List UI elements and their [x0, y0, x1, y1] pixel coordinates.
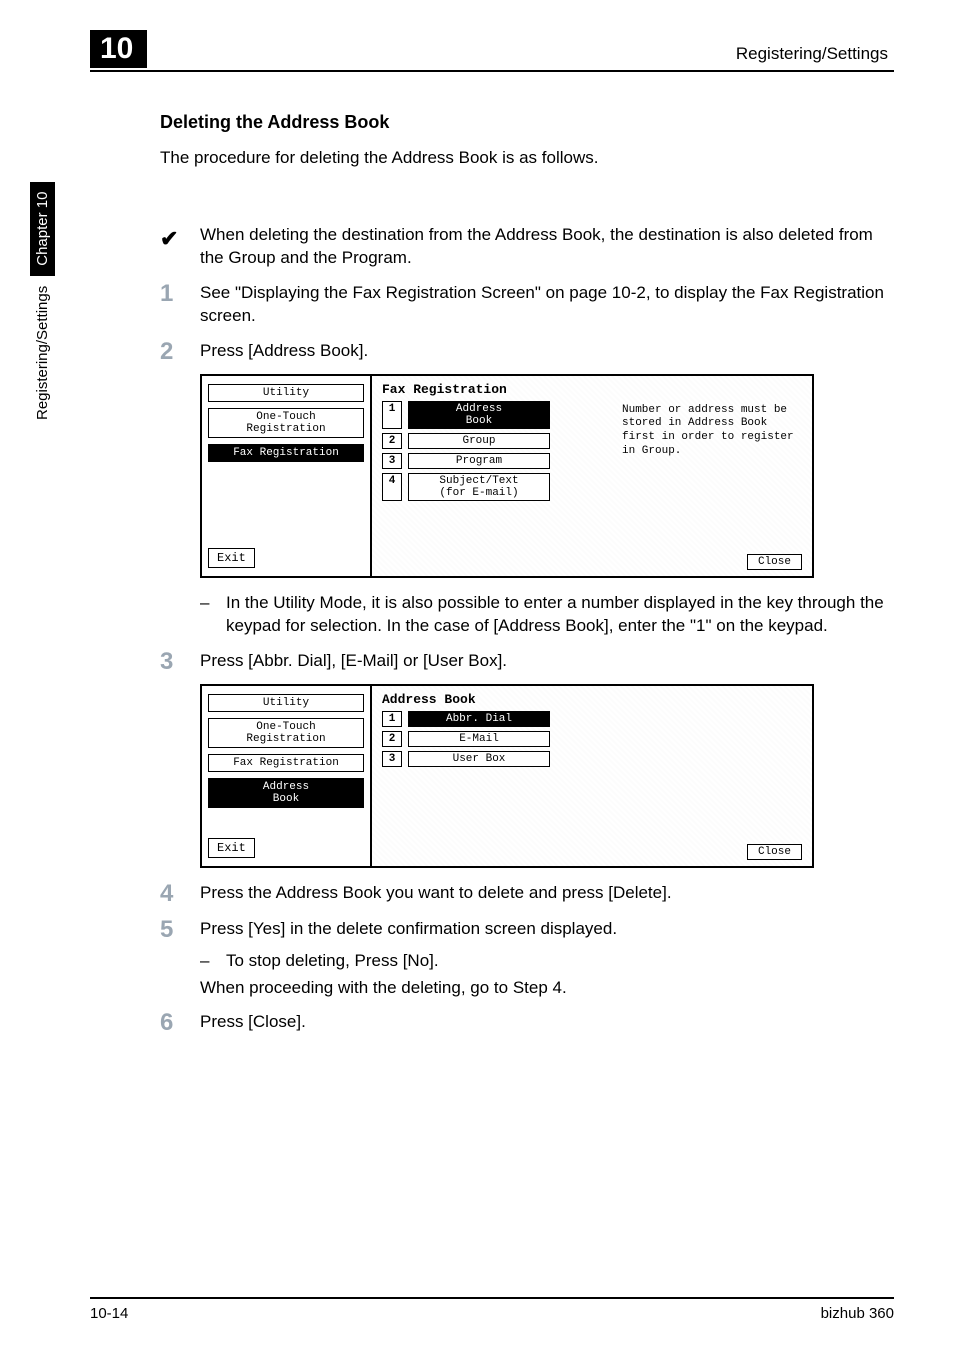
device-tab-address-book[interactable]: Address Book: [208, 778, 364, 808]
step-text: Press [Yes] in the delete confirmation s…: [200, 918, 894, 941]
step-number: 1: [160, 282, 200, 306]
step-number: 5: [160, 918, 200, 942]
sub-heading: Deleting the Address Book: [160, 112, 894, 133]
page-header: 10 Registering/Settings: [90, 30, 894, 72]
device-button-program[interactable]: Program: [408, 453, 550, 469]
step-text: Press [Abbr. Dial], [E-Mail] or [User Bo…: [200, 650, 894, 673]
device-row-num: 3: [382, 453, 402, 469]
step-number: 2: [160, 340, 200, 364]
check-icon: [160, 224, 200, 252]
step-number: 4: [160, 882, 200, 906]
device-tab-fax-registration[interactable]: Fax Registration: [208, 444, 364, 462]
step-text: Press the Address Book you want to delet…: [200, 882, 894, 905]
device-row-num: 4: [382, 473, 402, 501]
device-button-group[interactable]: Group: [408, 433, 550, 449]
step-text: Press [Close].: [200, 1011, 894, 1034]
page-footer: 10-14 bizhub 360: [90, 1297, 894, 1322]
dash-icon: –: [200, 592, 226, 638]
device-row-num: 1: [382, 711, 402, 727]
side-tab-chapter: Chapter 10: [30, 182, 55, 276]
device-row-num: 2: [382, 731, 402, 747]
step-3: 3 Press [Abbr. Dial], [E-Mail] or [User …: [160, 650, 894, 674]
device-tab-utility[interactable]: Utility: [208, 694, 364, 712]
device-left-column: Utility One-Touch Registration Fax Regis…: [202, 376, 372, 576]
device-tab-fax-registration[interactable]: Fax Registration: [208, 754, 364, 772]
body-content: Deleting the Address Book The procedure …: [90, 72, 894, 1035]
device-panel-title: Address Book: [382, 692, 802, 707]
device-exit-button[interactable]: Exit: [208, 838, 255, 858]
step-2-sublist: – In the Utility Mode, it is also possib…: [200, 592, 894, 638]
step-5: 5 Press [Yes] in the delete confirmation…: [160, 918, 894, 942]
device-close-button[interactable]: Close: [747, 844, 802, 860]
precondition-text: When deleting the destination from the A…: [200, 224, 894, 270]
step-5-sublist: – To stop deleting, Press [No].: [200, 950, 894, 973]
step-2: 2 Press [Address Book].: [160, 340, 894, 364]
chapter-number-badge: 10: [90, 30, 147, 68]
dash-icon: –: [200, 950, 226, 973]
device-right-panel: Address Book 1 Abbr. Dial 2 E-Mail 3 Use…: [372, 686, 812, 866]
device-row-num: 1: [382, 401, 402, 429]
header-section-title: Registering/Settings: [736, 44, 894, 68]
device-screenshot-fax-registration: Utility One-Touch Registration Fax Regis…: [200, 374, 814, 578]
device-screenshot-address-book: Utility One-Touch Registration Fax Regis…: [200, 684, 814, 868]
device-button-subject-text[interactable]: Subject/Text (for E-mail): [408, 473, 550, 501]
step-text: See "Displaying the Fax Registration Scr…: [200, 282, 894, 328]
device-button-user-box[interactable]: User Box: [408, 751, 550, 767]
precondition-row: When deleting the destination from the A…: [160, 224, 894, 270]
device-row-num: 2: [382, 433, 402, 449]
footer-product-name: bizhub 360: [821, 1305, 894, 1322]
device-tab-utility[interactable]: Utility: [208, 384, 364, 402]
step-number: 6: [160, 1011, 200, 1035]
step-5-continuation: When proceeding with the deleting, go to…: [200, 977, 894, 1000]
intro-text: The procedure for deleting the Address B…: [160, 147, 894, 170]
device-row-num: 3: [382, 751, 402, 767]
device-right-panel: Fax Registration 1 Address Book 2 Group …: [372, 376, 812, 576]
device-panel-title: Fax Registration: [382, 382, 802, 397]
step-text: Press [Address Book].: [200, 340, 894, 363]
step-2-subtext: In the Utility Mode, it is also possible…: [226, 592, 894, 638]
device-tab-one-touch[interactable]: One-Touch Registration: [208, 408, 364, 438]
step-number: 3: [160, 650, 200, 674]
step-1: 1 See "Displaying the Fax Registration S…: [160, 282, 894, 328]
device-exit-button[interactable]: Exit: [208, 548, 255, 568]
device-tab-one-touch[interactable]: One-Touch Registration: [208, 718, 364, 748]
device-button-e-mail[interactable]: E-Mail: [408, 731, 550, 747]
step-4: 4 Press the Address Book you want to del…: [160, 882, 894, 906]
side-tab: Registering/Settings Chapter 10: [30, 182, 55, 420]
device-button-abbr-dial[interactable]: Abbr. Dial: [408, 711, 550, 727]
device-close-button[interactable]: Close: [747, 554, 802, 570]
step-6: 6 Press [Close].: [160, 1011, 894, 1035]
step-5-subtext: To stop deleting, Press [No].: [226, 950, 894, 973]
footer-page-number: 10-14: [90, 1305, 128, 1322]
device-button-address-book[interactable]: Address Book: [408, 401, 550, 429]
device-help-text: Number or address must be stored in Addr…: [622, 404, 802, 459]
device-left-column: Utility One-Touch Registration Fax Regis…: [202, 686, 372, 866]
side-tab-section: Registering/Settings: [34, 286, 51, 420]
